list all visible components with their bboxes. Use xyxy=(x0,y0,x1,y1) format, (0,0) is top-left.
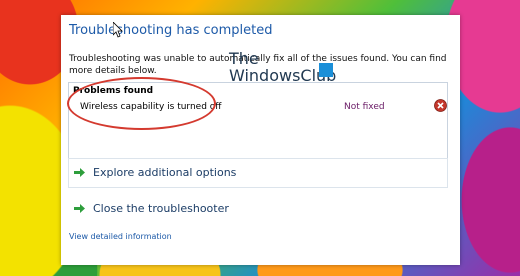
dialog-description: Troubleshooting was unable to automatica… xyxy=(69,54,447,76)
mouse-cursor-icon xyxy=(113,22,123,38)
close-troubleshooter-label: Close the troubleshooter xyxy=(93,202,229,215)
problem-item-status: Not fixed xyxy=(344,102,385,112)
view-detailed-info-link[interactable]: View detailed information xyxy=(69,232,172,241)
dialog-title: Troubleshooting has completed xyxy=(69,23,273,38)
green-arrow-icon xyxy=(74,168,85,177)
troubleshooter-dialog: Troubleshooting has completed Troublesho… xyxy=(61,15,460,265)
explore-options-label: Explore additional options xyxy=(93,166,237,179)
problem-item-name[interactable]: Wireless capability is turned off xyxy=(80,102,222,112)
close-troubleshooter-button[interactable]: Close the troubleshooter xyxy=(68,194,448,224)
green-arrow-icon xyxy=(74,204,85,213)
explore-options-button[interactable]: Explore additional options xyxy=(68,158,448,188)
error-x-icon xyxy=(434,99,447,112)
problems-found-header: Problems found xyxy=(73,86,154,96)
